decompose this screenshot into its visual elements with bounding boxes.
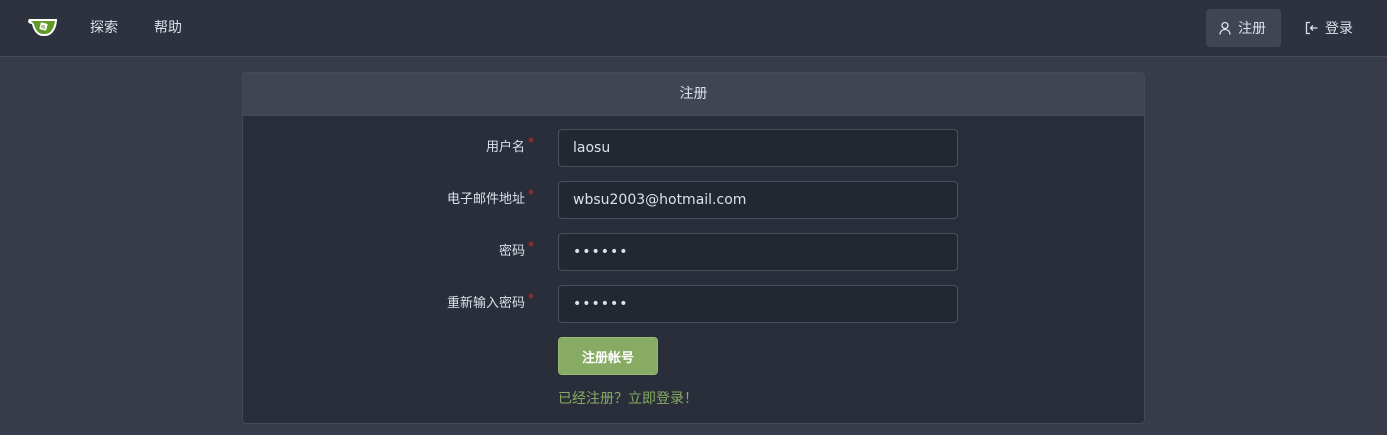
register-panel: 注册 用户名* 电子邮件地址* 密码* 重新输入密码* 注册帐号 已经注册？立即…: [242, 72, 1145, 424]
username-label: 用户名 *: [485, 135, 534, 155]
email-label: 电子邮件地址 *: [446, 187, 534, 207]
required-mark: *: [528, 135, 534, 149]
email-input[interactable]: [558, 181, 958, 219]
retype-password-input[interactable]: [558, 285, 958, 323]
login-link[interactable]: 已经注册？立即登录！: [558, 389, 698, 409]
navbar: 探索 帮助 注册 登录: [0, 0, 1387, 57]
required-mark: *: [528, 291, 534, 305]
password-input[interactable]: [558, 233, 958, 271]
password-label: 密码 *: [498, 239, 534, 259]
nav-login-button[interactable]: 登录: [1293, 9, 1368, 47]
required-mark: *: [528, 239, 534, 253]
sign-in-icon: [1305, 21, 1318, 35]
register-account-button[interactable]: 注册帐号: [558, 337, 658, 375]
username-input[interactable]: [558, 129, 958, 167]
required-mark: *: [528, 187, 534, 201]
nav-login-label: 登录: [1325, 21, 1353, 37]
panel-title: 注册: [243, 73, 1144, 116]
nav-register-button[interactable]: 注册: [1206, 9, 1281, 47]
retype-password-label: 重新输入密码 *: [446, 291, 534, 311]
user-icon: [1219, 21, 1231, 35]
nav-register-label: 注册: [1238, 21, 1266, 37]
nav-help-link[interactable]: 帮助: [154, 18, 182, 38]
nav-explore-link[interactable]: 探索: [90, 18, 118, 38]
gitea-logo-icon[interactable]: [28, 14, 60, 40]
